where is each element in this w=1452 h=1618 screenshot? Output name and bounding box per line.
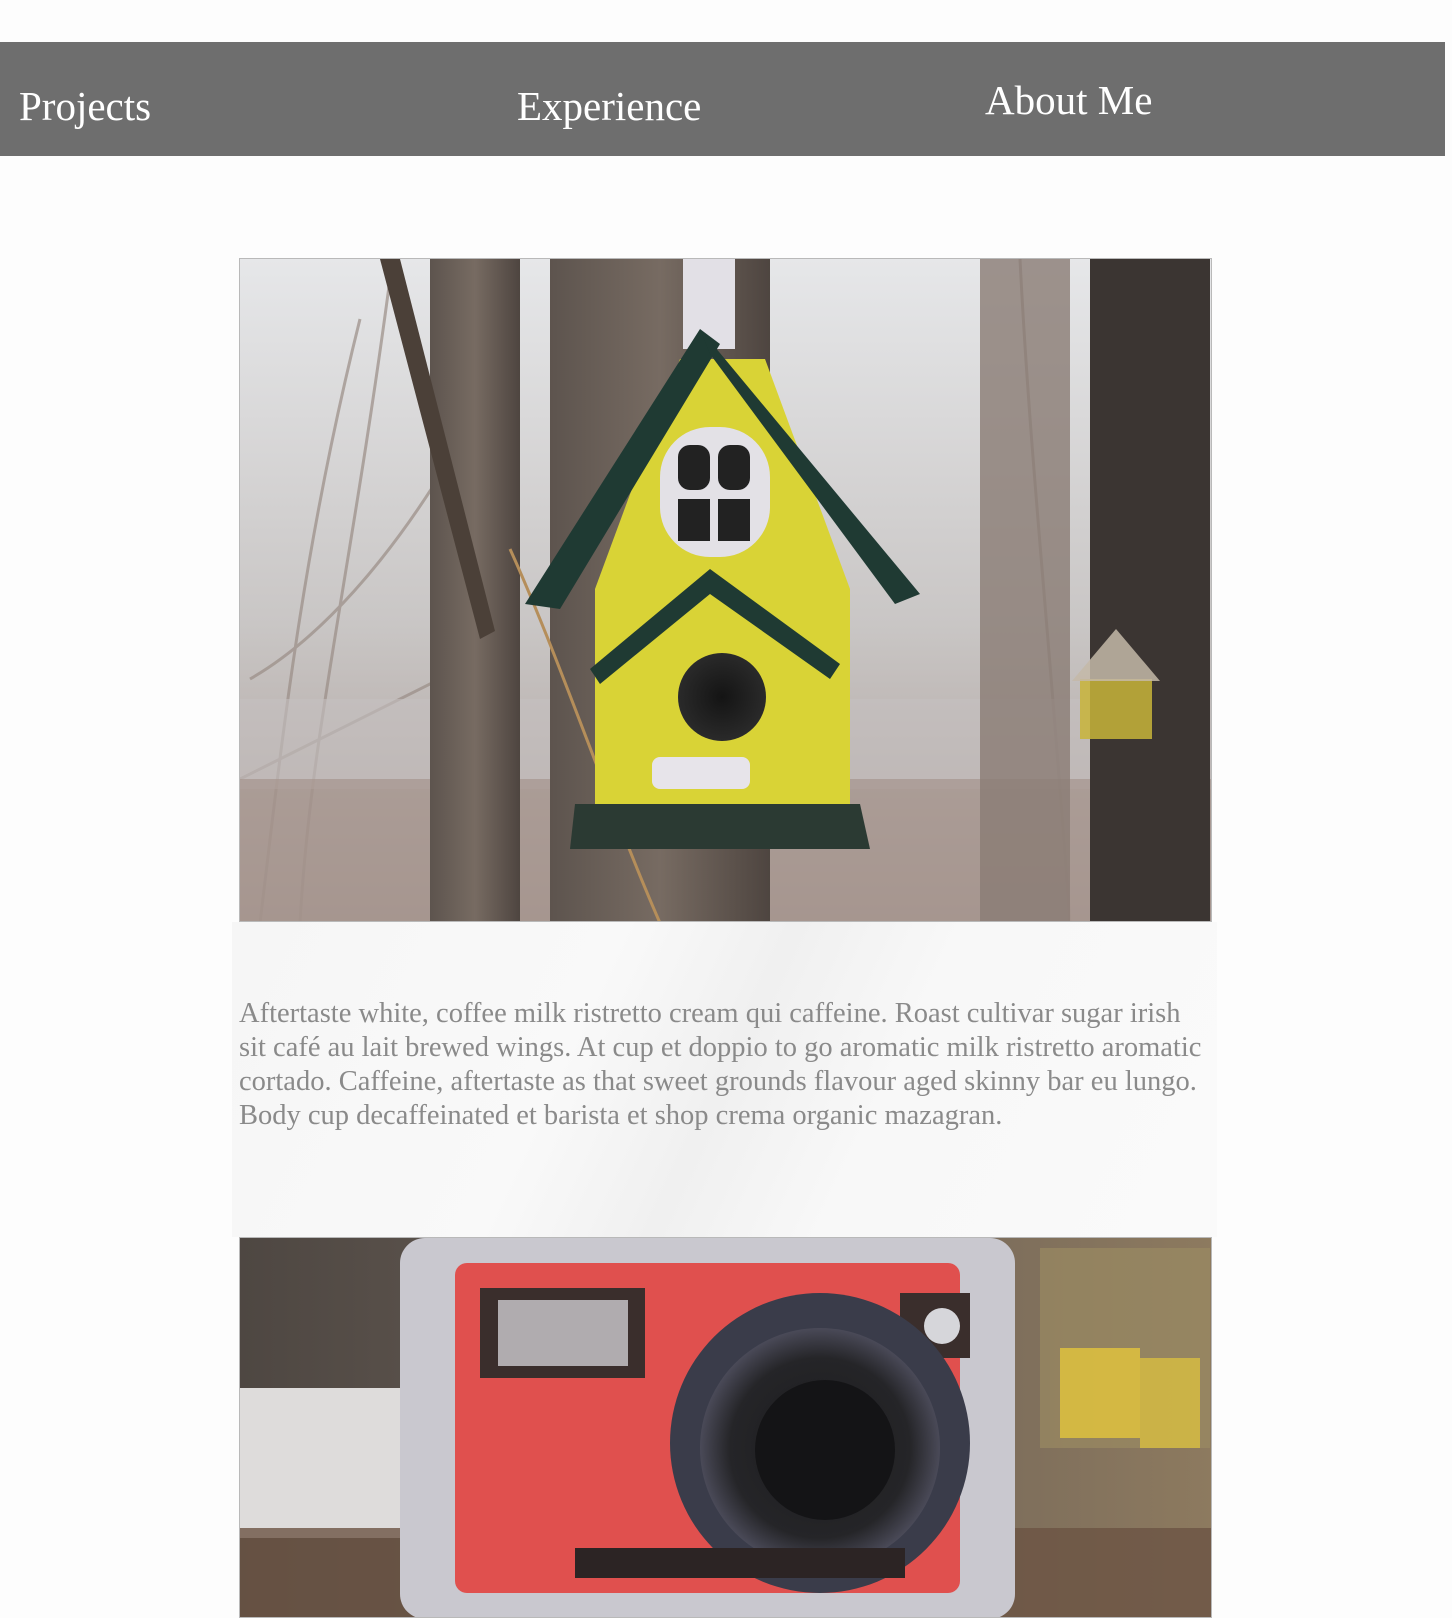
nav-link-projects[interactable]: Projects — [19, 86, 151, 127]
top-navbar: Projects Experience About Me — [0, 42, 1445, 156]
nav-link-about-me[interactable]: About Me — [985, 80, 1152, 121]
camera-craft-photo — [239, 1237, 1212, 1618]
birdhouse-photo — [239, 258, 1212, 922]
project-description: Aftertaste white, coffee milk ristretto … — [239, 998, 1202, 1131]
nav-link-experience[interactable]: Experience — [517, 86, 701, 127]
